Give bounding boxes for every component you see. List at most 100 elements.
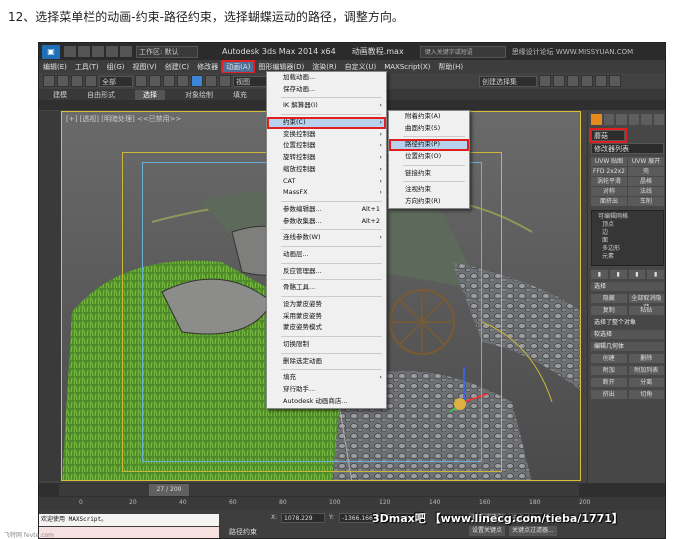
- rotate-icon[interactable]: [205, 75, 217, 87]
- object-name-field[interactable]: 蘑菇: [589, 128, 627, 143]
- display-tab-icon[interactable]: [641, 114, 652, 125]
- stack-subobject[interactable]: 面: [598, 237, 661, 245]
- modifier-button[interactable]: FFD 2x2x2: [591, 167, 627, 176]
- menu-entry[interactable]: 链接约束: [389, 168, 469, 180]
- save-file-icon[interactable]: [92, 46, 104, 57]
- workspace-select[interactable]: 工作区: 默认: [136, 45, 198, 58]
- menu-entry[interactable]: 旋转控制器 ›: [267, 152, 386, 164]
- menu-item[interactable]: 组(G): [103, 61, 129, 73]
- select-by-name-icon[interactable]: [149, 75, 161, 87]
- attach-button[interactable]: 附加: [591, 366, 627, 375]
- menu-entry[interactable]: 附着约束(A): [389, 111, 469, 123]
- menu-item[interactable]: 动画(A): [221, 59, 256, 74]
- attach-list-button[interactable]: 附加列表: [628, 366, 664, 375]
- break-button[interactable]: 断开: [591, 378, 627, 387]
- menu-entry[interactable]: 位置控制器 ›: [267, 140, 386, 152]
- paste-button[interactable]: 粘贴: [628, 306, 664, 315]
- menu-entry[interactable]: 蒙皮姿势模式: [267, 322, 386, 334]
- menu-entry[interactable]: 缩放控制器 ›: [267, 164, 386, 176]
- hide-button[interactable]: 隐藏: [591, 294, 627, 303]
- menu-entry[interactable]: 反应管理器...: [267, 266, 386, 278]
- menu-entry[interactable]: IK 解算器(I) ›: [267, 100, 386, 112]
- track-bar[interactable]: 0 20 40 60 80 100 120 140 160 180 200: [39, 497, 665, 510]
- hierarchy-tab-icon[interactable]: [616, 114, 627, 125]
- menu-entry[interactable]: 动画层...: [267, 249, 386, 261]
- menu-entry[interactable]: CAT ›: [267, 176, 386, 188]
- menu-entry[interactable]: 采用蒙皮姿势: [267, 311, 386, 323]
- modifier-stack[interactable]: 可编辑网格 顶点边面多边形 元素: [591, 210, 664, 266]
- remove-modifier-icon[interactable]: ▮: [647, 270, 664, 279]
- stack-title[interactable]: 可编辑网格: [594, 213, 661, 221]
- create-tab-icon[interactable]: [591, 114, 602, 125]
- selection-filter-select[interactable]: 全部: [99, 75, 133, 87]
- stack-subobject[interactable]: 元素: [598, 253, 661, 261]
- menu-entry[interactable]: 加载动画...: [267, 72, 386, 84]
- menu-entry[interactable]: MassFX ›: [267, 187, 386, 199]
- render-icon[interactable]: [609, 75, 621, 87]
- modifier-button[interactable]: 面挤出: [591, 197, 627, 206]
- extrude-button[interactable]: 挤出: [591, 390, 627, 399]
- curve-editor-icon[interactable]: [581, 75, 593, 87]
- set-key-button[interactable]: 设置关键点: [469, 526, 506, 536]
- window-crossing-icon[interactable]: [177, 75, 189, 87]
- modifier-list-select[interactable]: 修改器列表: [591, 143, 664, 154]
- menu-entry[interactable]: 方向约束(R): [389, 196, 469, 208]
- menu-entry[interactable]: 位置约束(O): [389, 151, 469, 163]
- unlink-icon[interactable]: [85, 75, 97, 87]
- modifier-button[interactable]: 涡轮平滑: [591, 177, 627, 186]
- menu-item[interactable]: MAXScript(X): [380, 61, 434, 73]
- copy-button[interactable]: 复制: [591, 306, 627, 315]
- material-editor-icon[interactable]: [595, 75, 607, 87]
- stack-subobject[interactable]: 多边形: [598, 245, 661, 253]
- menu-entry[interactable]: 参数收集器... Alt+2: [267, 216, 386, 228]
- show-end-icon[interactable]: ▮: [609, 270, 627, 279]
- redo-icon[interactable]: [120, 46, 132, 57]
- undo-icon[interactable]: [106, 46, 118, 57]
- menu-entry[interactable]: 路径约束(P): [389, 139, 469, 152]
- edit-geometry-rollout[interactable]: 编辑几何体: [591, 342, 664, 351]
- menu-entry[interactable]: Autodesk 动画商店...: [267, 396, 386, 408]
- menu-entry[interactable]: 参数编辑器... Alt+1: [267, 204, 386, 216]
- modifier-button[interactable]: 车削: [628, 197, 664, 206]
- link-icon[interactable]: [71, 75, 83, 87]
- menu-item[interactable]: 创建(C): [161, 61, 193, 73]
- utilities-tab-icon[interactable]: [653, 114, 664, 125]
- menu-entry[interactable]: 约束(C) ›: [267, 117, 386, 129]
- motion-tab-icon[interactable]: [628, 114, 639, 125]
- modifier-button[interactable]: 壳: [628, 167, 664, 176]
- select-object-icon[interactable]: [135, 75, 147, 87]
- ribbon-tab[interactable]: 自由形式: [87, 90, 115, 100]
- new-file-icon[interactable]: [64, 46, 76, 57]
- rect-select-icon[interactable]: [163, 75, 175, 87]
- menu-item[interactable]: 修改器: [193, 61, 222, 73]
- menu-entry[interactable]: 骨骼工具...: [267, 282, 386, 294]
- modify-tab-icon[interactable]: [603, 114, 614, 125]
- menu-item[interactable]: 帮助(H): [434, 61, 467, 73]
- soft-selection-rollout[interactable]: 软选择: [591, 330, 664, 339]
- menu-entry[interactable]: 保存动画...: [267, 84, 386, 96]
- detach-button[interactable]: 分离: [628, 378, 664, 387]
- layer-icon[interactable]: [567, 75, 579, 87]
- menu-entry[interactable]: 注视约束: [389, 184, 469, 196]
- make-unique-icon[interactable]: ▮: [628, 270, 646, 279]
- ribbon-tab[interactable]: 选择: [135, 89, 165, 100]
- modifier-button[interactable]: 晶格: [628, 177, 664, 186]
- menu-entry[interactable]: 穿行助手...: [267, 384, 386, 396]
- frame-indicator[interactable]: 27 / 200: [149, 484, 189, 496]
- chamfer-button[interactable]: 切角: [628, 390, 664, 399]
- redo-icon[interactable]: [57, 75, 69, 87]
- menu-entry[interactable]: 曲面约束(S): [389, 123, 469, 135]
- create-button[interactable]: 创建: [591, 354, 627, 363]
- menu-entry[interactable]: 填充 ›: [267, 372, 386, 384]
- modifier-button[interactable]: UVW 贴图: [591, 157, 627, 166]
- mirror-icon[interactable]: [539, 75, 551, 87]
- x-coord-field[interactable]: 1078.229: [281, 513, 325, 523]
- scale-icon[interactable]: [219, 75, 231, 87]
- key-filters-button[interactable]: 关键点过滤器...: [509, 526, 557, 536]
- menu-entry[interactable]: 删除选定动画: [267, 356, 386, 368]
- modifier-button[interactable]: 对称: [591, 187, 627, 196]
- selection-rollout[interactable]: 选择: [591, 282, 664, 291]
- viewport-label[interactable]: [+] [透视] [明暗处理] <<已禁用>>: [66, 114, 181, 124]
- stack-subobject[interactable]: 顶点: [598, 221, 661, 229]
- ribbon-tab[interactable]: 建模: [53, 90, 67, 100]
